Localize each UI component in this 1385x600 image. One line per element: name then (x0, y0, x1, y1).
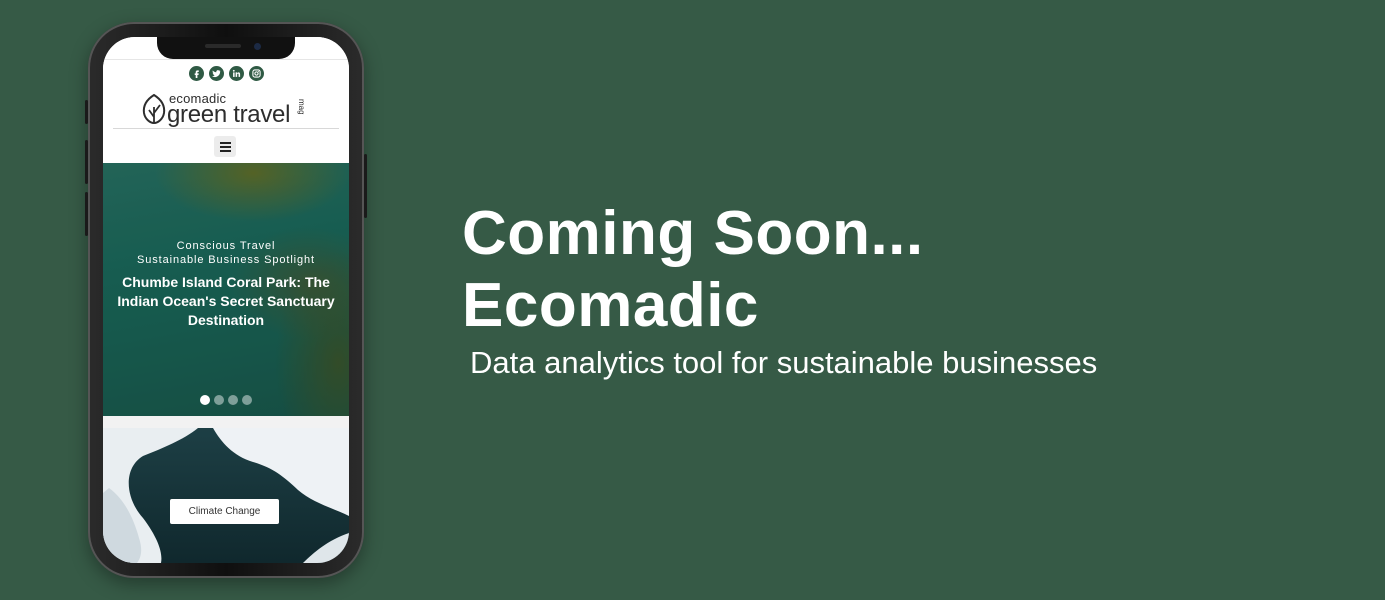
phone-volume-down-button (85, 192, 88, 236)
slider-pagination (103, 395, 349, 405)
header-top-border (103, 59, 349, 60)
leaf-logo-icon (142, 93, 166, 125)
section-gap (103, 416, 349, 428)
speaker-grille (205, 44, 241, 48)
tagline: Data analytics tool for sustainable busi… (470, 345, 1098, 380)
linkedin-icon[interactable] (228, 66, 244, 81)
hero-subcategory[interactable]: Sustainable Business Spotlight (103, 254, 349, 266)
social-links (103, 66, 349, 81)
slider-dot[interactable] (214, 395, 224, 405)
phone-notch (157, 37, 295, 59)
headline: Coming Soon... Ecomadic (462, 198, 924, 342)
climate-change-button[interactable]: Climate Change (170, 499, 279, 524)
phone-mute-switch (85, 100, 88, 124)
headline-brand: Ecomadic (462, 271, 759, 340)
logo-title-text: green travel (167, 101, 291, 128)
hero-slider[interactable]: Conscious Travel Sustainable Business Sp… (103, 163, 349, 416)
phone-volume-up-button (85, 140, 88, 184)
iceberg-image (103, 428, 349, 563)
slider-dot[interactable] (242, 395, 252, 405)
phone-mockup: ecomadic green travel mag Conscious Trav… (85, 22, 367, 578)
hero-category[interactable]: Conscious Travel (103, 240, 349, 252)
twitter-icon[interactable] (208, 66, 224, 81)
logo-mag-text: mag (297, 99, 306, 115)
hamburger-menu-icon[interactable] (214, 136, 236, 157)
article-card[interactable]: Climate Change (103, 428, 349, 563)
phone-power-button (364, 154, 367, 218)
phone-screen: ecomadic green travel mag Conscious Trav… (103, 37, 349, 563)
facebook-icon[interactable] (188, 66, 204, 81)
header-divider (113, 128, 339, 129)
hero-article-title[interactable]: Chumbe Island Coral Park: The Indian Oce… (103, 273, 349, 330)
instagram-icon[interactable] (248, 66, 264, 81)
headline-coming-soon: Coming Soon... (462, 199, 924, 268)
slider-dot[interactable] (228, 395, 238, 405)
slider-dot[interactable] (200, 395, 210, 405)
site-logo[interactable]: ecomadic green travel mag (139, 91, 315, 129)
front-camera (254, 43, 261, 50)
